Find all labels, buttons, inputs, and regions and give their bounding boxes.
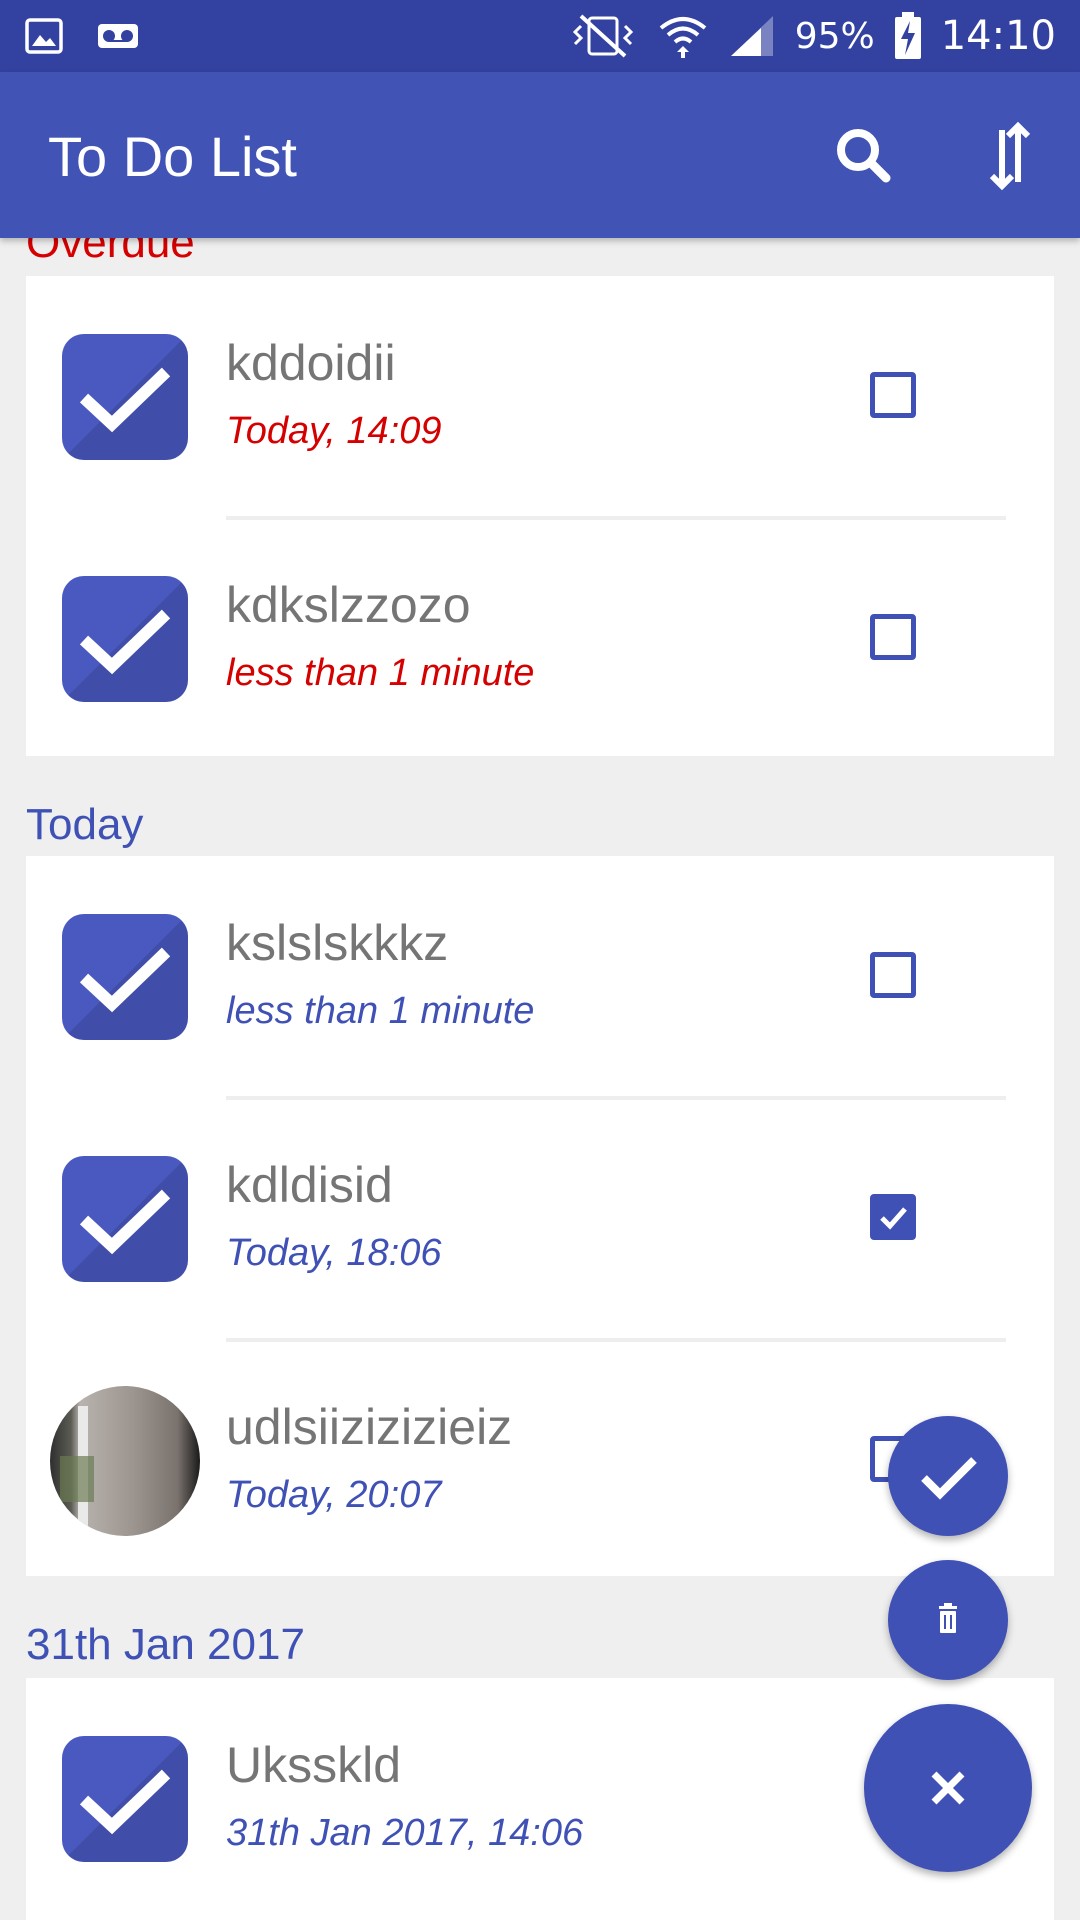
task-checkbox[interactable] [870,372,916,418]
checkmark-icon [880,1207,907,1230]
voicemail-icon [98,24,138,48]
task-checkbox[interactable] [870,614,916,660]
search-icon[interactable] [832,124,896,188]
task-check-avatar [62,1736,188,1862]
check-icon [79,1769,171,1835]
task-check-avatar [62,914,188,1040]
task-title: kdkslzzozo [226,577,471,633]
check-icon [79,367,171,433]
list-item[interactable]: kddoidii Today, 14:09 [26,276,1054,518]
check-icon [79,609,171,675]
clock: 14:10 [940,13,1056,59]
app-title: To Do List [48,125,297,188]
battery-percent: 95% [794,15,875,57]
signal-icon [730,16,773,56]
section-header-today: Today [26,800,144,849]
app-bar: To Do List [0,72,1080,238]
task-check-avatar [62,1156,188,1282]
close-fab-button[interactable] [864,1704,1032,1872]
task-title: kslslskkkz [226,915,449,971]
delete-fab-button[interactable] [888,1560,1008,1680]
task-check-avatar [62,334,188,460]
check-icon [79,947,171,1013]
task-title: Uksskld [226,1737,402,1793]
vibrate-icon [572,14,633,58]
check-icon [79,1189,171,1255]
list-item[interactable]: kdldisid Today, 18:06 [26,1098,1054,1340]
section-card-overdue: kddoidii Today, 14:09 kdkslzzozo less th… [26,276,1054,756]
task-check-avatar [62,576,188,702]
task-title: kdldisid [226,1157,393,1213]
status-bar: 95% 14:10 [0,0,1080,72]
sort-icon[interactable] [978,120,1042,192]
battery-charging-icon [894,12,921,59]
task-due: less than 1 minute [226,652,535,694]
task-title: udlsiizizizieiz [226,1399,513,1455]
task-checkbox[interactable] [870,952,916,998]
list-item[interactable]: kdkslzzozo less than 1 minute [26,518,1054,760]
wifi-icon [659,17,706,58]
image-icon [25,18,63,54]
section-header-date: 31th Jan 2017 [26,1620,305,1669]
complete-fab-button[interactable] [888,1416,1008,1536]
task-photo-avatar [50,1386,200,1536]
task-due: Today, 14:09 [226,410,442,452]
task-due: Today, 18:06 [226,1232,442,1274]
task-due: less than 1 minute [226,990,535,1032]
task-due: Today, 20:07 [226,1474,442,1516]
trash-icon [939,1603,957,1633]
task-checkbox-checked[interactable] [870,1194,916,1240]
task-title: kddoidii [226,335,396,391]
check-icon [921,1457,977,1500]
list-item[interactable]: kslslskkkz less than 1 minute [26,856,1054,1098]
task-due: 31th Jan 2017, 14:06 [226,1812,584,1854]
close-icon [931,1771,965,1805]
